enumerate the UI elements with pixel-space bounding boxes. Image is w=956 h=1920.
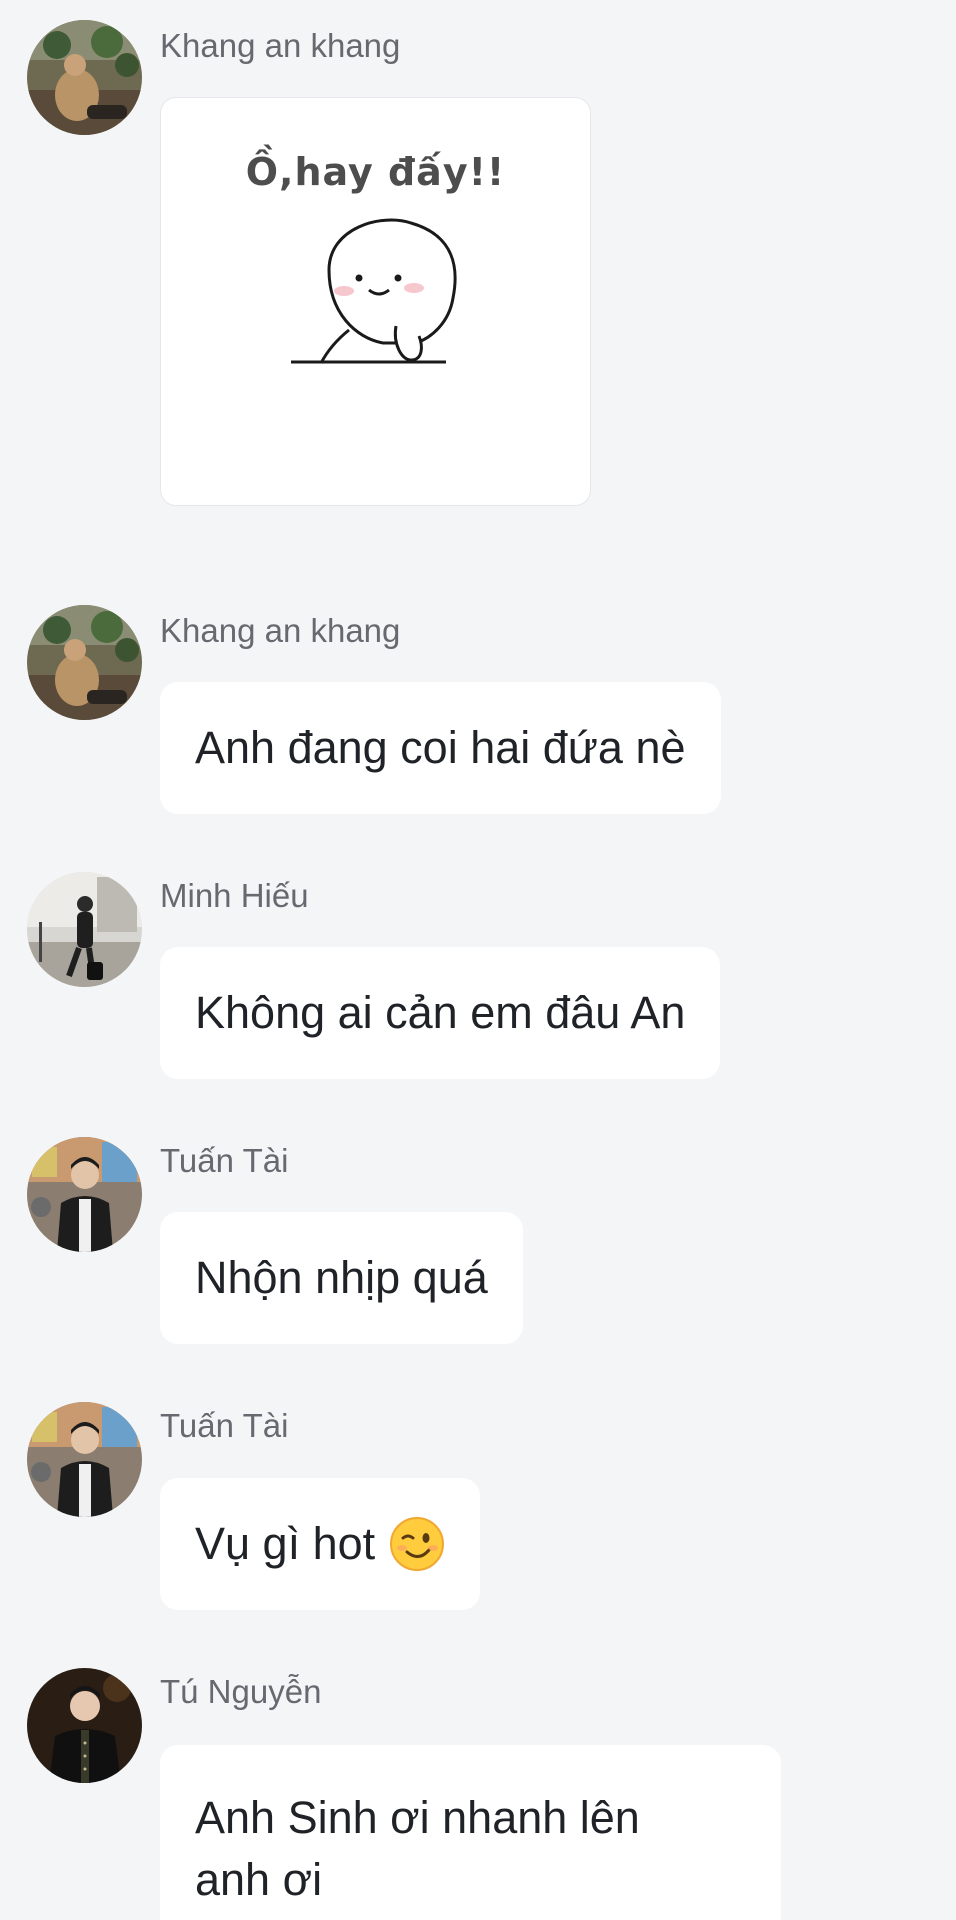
sender-name: Khang an khang bbox=[160, 27, 401, 64]
avatar[interactable] bbox=[27, 1137, 142, 1252]
sticker-message[interactable]: Ồ,hay đấy!! bbox=[160, 97, 591, 506]
avatar-photo bbox=[27, 605, 142, 720]
message-bubble[interactable]: Vụ gì hot bbox=[160, 1478, 481, 1610]
message-bubble[interactable]: Anh đang coi hai đứa nè bbox=[160, 682, 721, 814]
avatar-photo bbox=[27, 20, 142, 135]
avatar-photo bbox=[27, 1402, 142, 1517]
sender-name: Tú Nguyễn bbox=[160, 1673, 322, 1710]
winking-face-icon bbox=[390, 1517, 445, 1571]
avatar[interactable] bbox=[27, 872, 142, 987]
message-bubble[interactable]: Không ai cản em đâu An bbox=[160, 947, 721, 1079]
message-text: Không ai cản em đâu An bbox=[195, 987, 686, 1038]
message-text: Vụ gì hot bbox=[195, 1518, 376, 1569]
sender-name: Tuấn Tài bbox=[160, 1407, 289, 1444]
avatar[interactable] bbox=[27, 20, 142, 135]
message-bubble[interactable]: Nhộn nhịp quá bbox=[160, 1212, 523, 1344]
chat-message-list[interactable]: Khang an khang Ồ,hay đấy!! Khang an khan… bbox=[0, 0, 956, 1920]
sender-name: Minh Hiếu bbox=[160, 877, 309, 914]
avatar[interactable] bbox=[27, 1668, 142, 1783]
avatar-photo bbox=[27, 872, 142, 987]
message-text: Nhộn nhịp quá bbox=[195, 1252, 488, 1303]
avatar[interactable] bbox=[27, 1402, 142, 1517]
avatar-photo bbox=[27, 1137, 142, 1252]
sender-name: Khang an khang bbox=[160, 612, 401, 649]
message-text: Anh Sinh ơi nhanh lên anh ơi bbox=[195, 1792, 640, 1905]
avatar-photo bbox=[27, 1668, 142, 1783]
avatar[interactable] bbox=[27, 605, 142, 720]
message-bubble[interactable]: Anh Sinh ơi nhanh lên anh ơi bbox=[160, 1745, 781, 1920]
sticker-image bbox=[291, 218, 457, 364]
sender-name: Tuấn Tài bbox=[160, 1142, 289, 1179]
message-text: Anh đang coi hai đứa nè bbox=[195, 722, 686, 773]
